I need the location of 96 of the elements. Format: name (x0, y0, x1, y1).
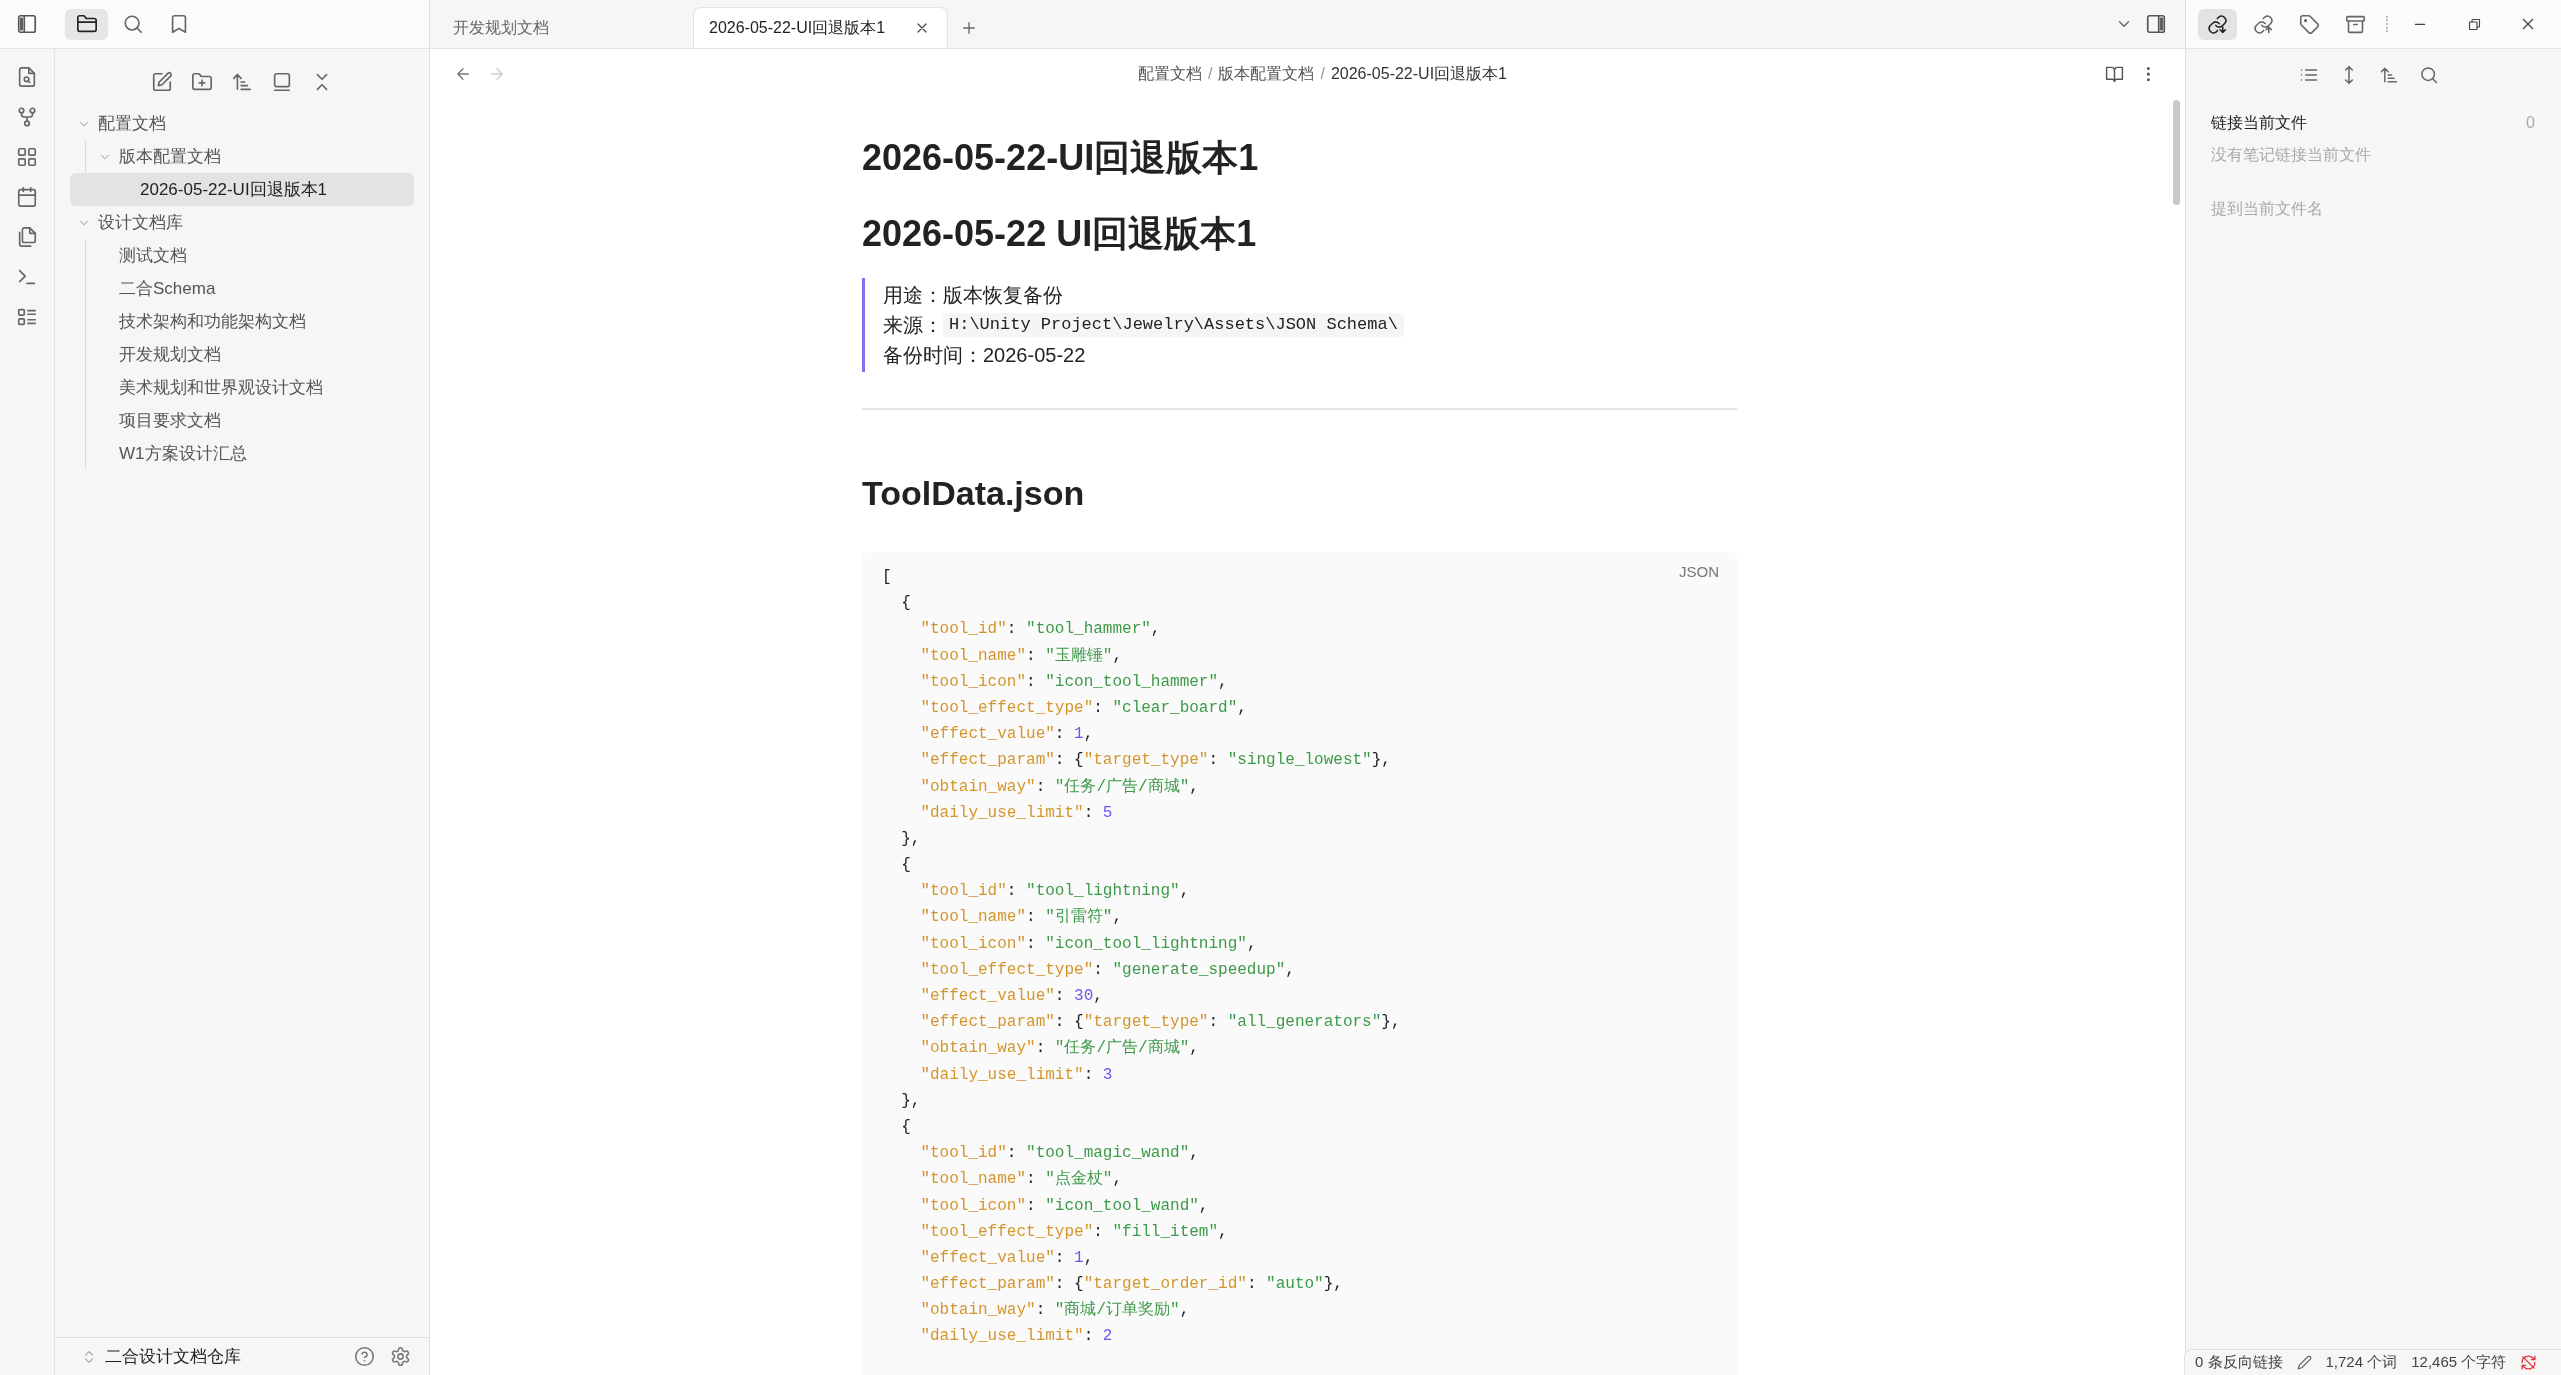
code-line: "effect_value": 1, (919, 1247, 1094, 1269)
tag-icon (2299, 13, 2320, 35)
code-line: "effect_param": {"target_order_id": "auto"}, (919, 1274, 1343, 1296)
code-line: "effect_param": {"target_type": "single_lowest"}, (919, 750, 1391, 772)
code-line: "tool_effect_type": "generate_speedup", (919, 959, 1295, 981)
help-icon (353, 1346, 375, 1367)
files-tab[interactable] (65, 8, 108, 40)
new-note-icon (151, 70, 173, 93)
code-line: "tool_icon": "icon_tool_hammer", (919, 671, 1228, 693)
code-line: { (900, 1116, 911, 1138)
checklist-icon (16, 306, 38, 328)
pencil-icon (2296, 1355, 2312, 1370)
archive-icon (2345, 13, 2366, 35)
section-title[interactable]: 链接当前文件 (2211, 111, 2307, 135)
code-line: }, (900, 828, 921, 850)
quote-text: 用途：版本恢复备份 (883, 283, 1064, 308)
tab[interactable]: 2026-05-22-UI回退版本1 (693, 7, 948, 48)
quote-text: 来源： (883, 313, 943, 338)
empty-message: 没有笔记链接当前文件 (2211, 145, 2372, 165)
code-line: "tool_icon": "icon_tool_wand", (919, 1195, 1209, 1217)
code-language-label: JSON (1679, 562, 1719, 582)
note-heading: 2026-05-22 UI回退版本1 (862, 212, 1258, 256)
scrollbar[interactable] (2173, 100, 2180, 205)
file-item[interactable]: 美术规划和世界观设计文档 (70, 371, 414, 404)
folder-item[interactable]: 设计文档库 (70, 206, 414, 239)
code-line: "effect_value": 30, (919, 986, 1103, 1007)
panel-icon (271, 70, 293, 93)
link-in-icon (2207, 13, 2228, 35)
code-line: "tool_id": "tool_hammer", (919, 619, 1161, 641)
breadcrumb-separator: / (1208, 64, 1213, 84)
code-line: "obtain_way": "任务/广告/商城", (919, 1037, 1199, 1060)
file-item[interactable]: 项目要求文档 (70, 404, 414, 437)
breadcrumb-separator: / (1320, 64, 1325, 84)
search-icon (121, 13, 144, 35)
code-line: "effect_param": {"target_type": "all_generators"}, (919, 1012, 1401, 1034)
file-item[interactable]: 开发规划文档 (70, 338, 414, 371)
count: 0 (2526, 113, 2535, 133)
more-icon (2145, 66, 2151, 82)
section-heading: ToolData.json (862, 473, 1085, 514)
code-line: { (900, 593, 911, 615)
search-icon (2418, 65, 2439, 85)
code-line: "obtain_way": "商城/订单奖励", (919, 1299, 1190, 1322)
breadcrumb-item[interactable]: 配置文档 (1138, 62, 1202, 86)
backlink-count[interactable]: 0 条反向链接 (2195, 1351, 2283, 1374)
code-line: "obtain_way": "任务/广告/商城", (919, 776, 1199, 798)
forward-arrow-icon (488, 65, 506, 83)
note-title: 2026-05-22-UI回退版本1 (862, 136, 1260, 180)
code-line: "daily_use_limit": 3 (919, 1064, 1113, 1086)
code-line: "tool_name": "点金杖", (919, 1168, 1123, 1191)
sidebar-toggle-icon (2145, 13, 2167, 35)
folder-item[interactable]: 配置文档 (70, 107, 414, 140)
code-line: "daily_use_limit": 2 (919, 1326, 1113, 1348)
grid-icon (16, 146, 38, 168)
code-line: "tool_effect_type": "fill_item", (919, 1221, 1228, 1243)
breadcrumb-item[interactable]: 版本配置文档 (1218, 62, 1315, 86)
folder-item[interactable]: 版本配置文档 (70, 140, 414, 173)
code-line: "tool_icon": "icon_tool_lightning", (919, 933, 1257, 955)
minimize-icon (2414, 22, 2426, 26)
sort-icon (2378, 65, 2399, 85)
character-count: 12,465 个字符 (2411, 1352, 2507, 1373)
back-arrow-icon (454, 65, 472, 83)
word-count: 1,724 个词 (2325, 1352, 2398, 1373)
code-line: "tool_id": "tool_lightning", (919, 881, 1190, 903)
quote-text: 备份时间：2026-05-22 (883, 343, 1087, 368)
link-out-icon (2253, 13, 2274, 35)
graph-icon (16, 106, 38, 128)
inline-code: H:\Unity Project\Jewelry\Assets\JSON Schema\ (943, 313, 1404, 337)
sidebar-toggle-icon (16, 13, 38, 35)
file-item[interactable]: 测试文档 (70, 239, 414, 272)
folder-icon (75, 13, 98, 35)
sync-error-icon (2520, 1354, 2538, 1371)
vault-switcher[interactable]: 二合设计文档仓库 (81, 1343, 241, 1370)
copy-icon (16, 226, 38, 248)
plus-icon (960, 19, 978, 37)
file-item[interactable]: 二合Schema (70, 272, 414, 305)
book-icon (2104, 64, 2124, 84)
file-search-icon (16, 66, 38, 88)
restore-icon (2466, 16, 2482, 32)
code-line: "tool_name": "玉雕锤", (919, 645, 1123, 667)
code-line: { (900, 855, 911, 877)
code-line: [ (882, 567, 892, 588)
file-item[interactable]: 2026-05-22-UI回退版本1 (70, 173, 414, 206)
file-item[interactable]: W1方案设计汇总 (70, 437, 414, 470)
code-line: "tool_effect_type": "clear_board", (919, 697, 1247, 719)
backlinks-tab[interactable] (2198, 8, 2237, 40)
breadcrumb-item[interactable]: 2026-05-22-UI回退版本1 (1330, 62, 1507, 86)
file-item[interactable]: 技术架构和功能架构文档 (70, 305, 414, 338)
code-line: "daily_use_limit": 5 (919, 802, 1113, 824)
new-folder-icon (191, 70, 213, 93)
settings-icon (389, 1346, 411, 1367)
tab[interactable]: 开发规划文档 (438, 7, 693, 48)
calendar-icon (16, 186, 38, 208)
code-line: "tool_name": "引雷符", (919, 907, 1123, 929)
code-line: "tool_id": "tool_magic_wand", (919, 1143, 1199, 1165)
code-line: }, (900, 1090, 921, 1112)
code-line: "effect_value": 1, (919, 724, 1094, 746)
